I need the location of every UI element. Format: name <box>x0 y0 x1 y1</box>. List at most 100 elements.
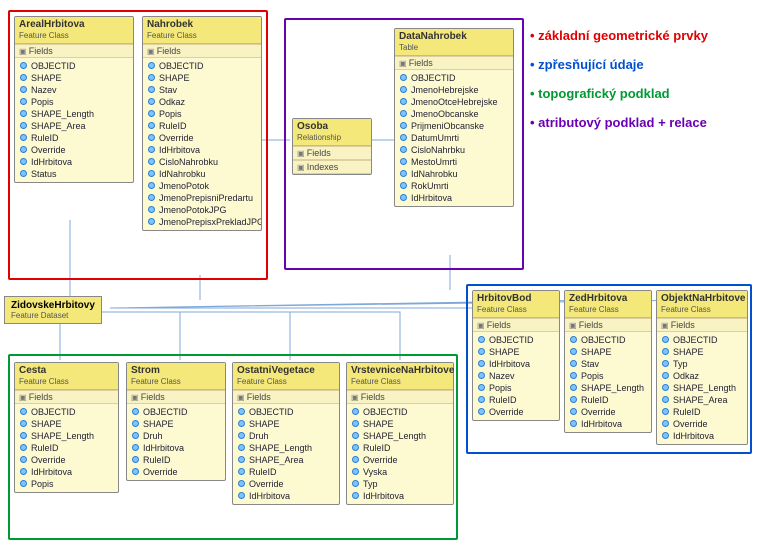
dataset-title: ZidovskeHrbitovy <box>11 300 95 311</box>
field-row: SHAPE_Area <box>657 394 747 406</box>
field-row: RuleID <box>143 120 261 132</box>
title: VrstevniceNaHrbitove <box>351 365 449 376</box>
field-icon <box>662 336 669 343</box>
table-nahrobek: Nahrobek Feature Class Fields OBJECTIDSH… <box>142 16 262 231</box>
table-zedhrbitova: ZedHrbitova Feature Class Fields OBJECTI… <box>564 290 652 433</box>
field-row: Odkaz <box>657 370 747 382</box>
field-row: OBJECTID <box>565 334 651 346</box>
section-fields: Fields <box>347 390 453 404</box>
field-row: RokUmrti <box>395 180 513 192</box>
title: ZedHrbitova <box>569 293 647 304</box>
field-icon <box>132 456 139 463</box>
sub: Feature Class <box>351 377 401 386</box>
section-fields: Fields <box>15 44 133 58</box>
field-row: PrijmeniObcanske <box>395 120 513 132</box>
field-icon <box>352 468 359 475</box>
title: Nahrobek <box>147 19 257 30</box>
sub: Feature Class <box>19 31 69 40</box>
field-row: SHAPE_Length <box>347 430 453 442</box>
table-vrstevnice: VrstevniceNaHrbitove Feature Class Field… <box>346 362 454 505</box>
field-row: Nazev <box>473 370 559 382</box>
field-row: MestoUmrti <box>395 156 513 168</box>
field-icon <box>400 182 407 189</box>
field-row: RuleID <box>565 394 651 406</box>
field-row: Override <box>565 406 651 418</box>
legend-red: • základní geometrické prvky <box>530 28 708 43</box>
field-icon <box>662 360 669 367</box>
field-row: SHAPE <box>233 418 339 430</box>
field-icon <box>148 146 155 153</box>
field-icon <box>352 480 359 487</box>
field-row: OBJECTID <box>15 60 133 72</box>
section-fields: Fields <box>127 390 225 404</box>
field-row: Popis <box>15 478 118 490</box>
field-row: Override <box>143 132 261 144</box>
field-row: IdHrbitova <box>15 156 133 168</box>
section-fields: Fields <box>565 318 651 332</box>
field-icon <box>20 86 27 93</box>
field-icon <box>400 170 407 177</box>
field-icon <box>20 110 27 117</box>
legend: • základní geometrické prvky • zpřesňují… <box>530 28 708 144</box>
table-ostatnivegetace: OstatniVegetace Feature Class Fields OBJ… <box>232 362 340 505</box>
field-row: JmenoOtceHebrejske <box>395 96 513 108</box>
field-icon <box>662 384 669 391</box>
field-icon <box>238 432 245 439</box>
field-row: Override <box>347 454 453 466</box>
field-icon <box>20 146 27 153</box>
field-icon <box>570 408 577 415</box>
field-icon <box>478 408 485 415</box>
field-icon <box>148 134 155 141</box>
title: ArealHrbitova <box>19 19 129 30</box>
field-icon <box>478 336 485 343</box>
field-row: JmenoPrepisniPredartu <box>143 192 261 204</box>
field-row: DatumUmrti <box>395 132 513 144</box>
field-icon <box>570 336 577 343</box>
field-row: Typ <box>347 478 453 490</box>
field-icon <box>238 492 245 499</box>
field-icon <box>148 110 155 117</box>
field-icon <box>238 420 245 427</box>
section-fields: Fields <box>293 146 371 160</box>
field-icon <box>132 468 139 475</box>
field-row: Druh <box>127 430 225 442</box>
field-row: SHAPE_Length <box>233 442 339 454</box>
field-row: Stav <box>565 358 651 370</box>
field-row: JmenoPotokJPG <box>143 204 261 216</box>
table-osoba: Osoba Relationship Fields Indexes <box>292 118 372 175</box>
field-row: JmenoHebrejske <box>395 84 513 96</box>
field-icon <box>400 74 407 81</box>
field-icon <box>20 468 27 475</box>
title: ObjektNaHrbitove <box>661 293 743 304</box>
sub: Relationship <box>297 133 341 142</box>
field-row: JmenoPotok <box>143 180 261 192</box>
section-fields: Fields <box>15 390 118 404</box>
field-row: OBJECTID <box>15 406 118 418</box>
section-fields: Fields <box>657 318 747 332</box>
field-row: RuleID <box>233 466 339 478</box>
sub: Feature Class <box>477 305 527 314</box>
field-icon <box>148 158 155 165</box>
field-row: IdNahrobku <box>143 168 261 180</box>
field-icon <box>352 420 359 427</box>
field-row: SHAPE_Length <box>15 108 133 120</box>
field-icon <box>400 158 407 165</box>
field-row: IdHrbitova <box>565 418 651 430</box>
field-icon <box>238 444 245 451</box>
field-icon <box>20 480 27 487</box>
field-icon <box>148 206 155 213</box>
section-indexes: Indexes <box>293 160 371 174</box>
field-row: JmenoPrepisxPrekladJPG <box>143 216 261 228</box>
field-icon <box>570 348 577 355</box>
field-row: RuleID <box>15 442 118 454</box>
field-icon <box>662 420 669 427</box>
field-row: IdNahrobku <box>395 168 513 180</box>
field-icon <box>20 74 27 81</box>
field-icon <box>148 194 155 201</box>
field-row: SHAPE_Length <box>657 382 747 394</box>
field-icon <box>148 98 155 105</box>
field-icon <box>478 396 485 403</box>
field-icon <box>20 456 27 463</box>
section-fields: Fields <box>233 390 339 404</box>
field-row: Typ <box>657 358 747 370</box>
